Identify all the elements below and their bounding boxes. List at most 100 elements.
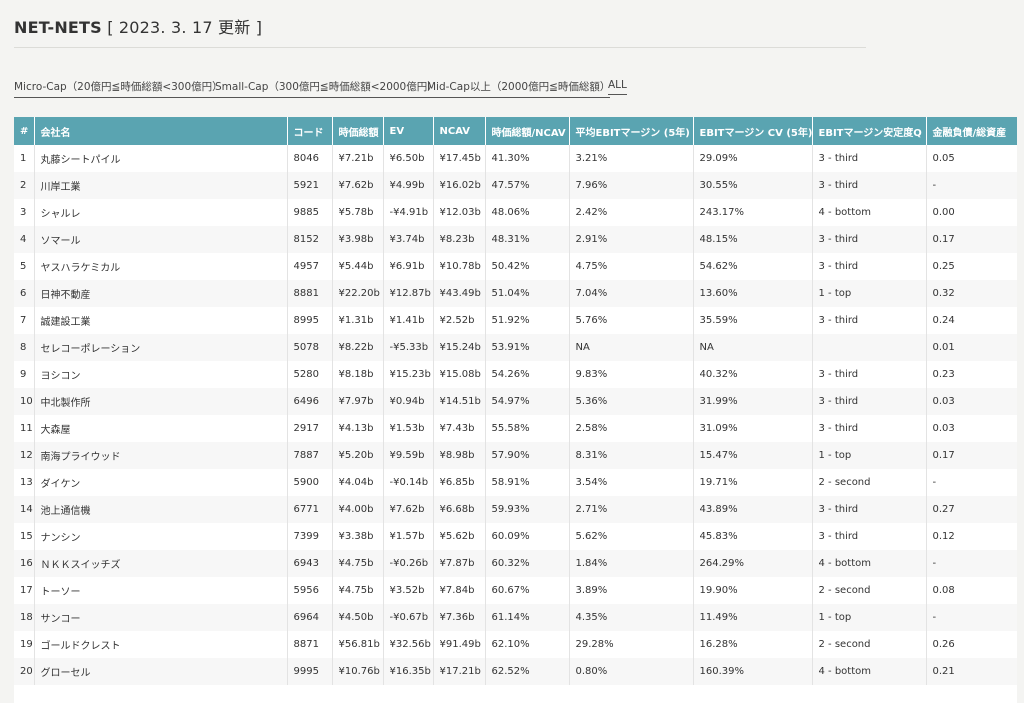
- filter-small-cap-link[interactable]: Small-Cap（300億円≦時価総額<2000億円）: [215, 79, 438, 98]
- avg-ebit-margin-cell: 2.42%: [569, 199, 694, 226]
- market-cap-cell: ¥5.78b: [332, 199, 384, 226]
- stock-code-cell: 5078: [287, 334, 333, 361]
- table-row[interactable]: 7 誠建設工業 8995 ¥1.31b ¥1.41b ¥2.52b 51.92% 5.76% 3…: [14, 307, 1017, 334]
- company-name-cell: セレコーポレーション: [34, 334, 288, 361]
- company-name-cell: ＮＫＫスイッチズ: [34, 550, 288, 577]
- ebit-margin-cv-cell: 11.49%: [693, 604, 813, 631]
- table-row[interactable]: 17 トーソー 5956 ¥4.75b ¥3.52b ¥7.84b 60.67% 3.89% 1…: [14, 577, 1017, 604]
- column-header-company[interactable]: 会社名: [34, 117, 288, 145]
- ebit-margin-cv-cell: 19.71%: [693, 469, 813, 496]
- avg-ebit-margin-cell: 9.83%: [569, 361, 694, 388]
- stock-code-cell: 9995: [287, 658, 333, 685]
- table-row[interactable]: 11 大森屋 2917 ¥4.13b ¥1.53b ¥7.43b 55.58% 2.58% 31…: [14, 415, 1017, 442]
- debt-to-assets-cell: -: [926, 172, 1017, 199]
- stock-code-cell: 7887: [287, 442, 333, 469]
- cap-to-ncav-cell: 48.31%: [485, 226, 570, 253]
- ncav-cell: ¥7.87b: [433, 550, 486, 577]
- table-row[interactable]: 19 ゴールドクレスト 8871 ¥56.81b ¥32.56b ¥91.49b 62.10…: [14, 631, 1017, 658]
- ebit-stability-q-cell: 3 - third: [812, 361, 927, 388]
- company-name-cell: 中北製作所: [34, 388, 288, 415]
- column-header-ncav[interactable]: NCAV: [433, 117, 486, 145]
- company-name-cell: 誠建設工業: [34, 307, 288, 334]
- row-index-cell: 20: [14, 658, 35, 685]
- ebit-margin-cv-cell: 48.15%: [693, 226, 813, 253]
- table-row[interactable]: 15 ナンシン 7399 ¥3.38b ¥1.57b ¥5.62b 60.09% 5.62% 4…: [14, 523, 1017, 550]
- avg-ebit-margin-cell: 5.36%: [569, 388, 694, 415]
- stock-code-cell: 8046: [287, 145, 333, 172]
- net-nets-table-container[interactable]: # 会社名 コード 時価総額 EV NCAV 時価総額/NCAV 平均EBITマ…: [14, 117, 1017, 703]
- ebit-margin-cv-cell: 30.55%: [693, 172, 813, 199]
- ebit-stability-q-cell: 3 - third: [812, 307, 927, 334]
- column-header-index[interactable]: #: [14, 117, 35, 145]
- market-cap-cell: ¥8.22b: [332, 334, 384, 361]
- ebit-margin-cv-cell: 13.60%: [693, 280, 813, 307]
- column-header-debt-to-assets[interactable]: 金融負債/総資産: [926, 117, 1017, 145]
- row-index-cell: 9: [14, 361, 35, 388]
- table-row[interactable]: 20 グローセル 9995 ¥10.76b ¥16.35b ¥17.21b 62.52% 0.…: [14, 658, 1017, 685]
- table-row[interactable]: 8 セレコーポレーション 5078 ¥8.22b -¥5.33b ¥15.24b 53.91…: [14, 334, 1017, 361]
- filter-all-link[interactable]: ALL: [608, 79, 627, 95]
- column-header-code[interactable]: コード: [287, 117, 333, 145]
- cap-to-ncav-cell: 62.52%: [485, 658, 570, 685]
- ebit-stability-q-cell: 3 - third: [812, 145, 927, 172]
- ebit-stability-q-cell: 3 - third: [812, 388, 927, 415]
- ncav-cell: ¥2.52b: [433, 307, 486, 334]
- table-row[interactable]: 4 ソマール 8152 ¥3.98b ¥3.74b ¥8.23b 48.31% 2.91% 48…: [14, 226, 1017, 253]
- table-row[interactable]: 9 ヨシコン 5280 ¥8.18b ¥15.23b ¥15.08b 54.26% 9.83%…: [14, 361, 1017, 388]
- ev-cell: -¥0.67b: [383, 604, 434, 631]
- ebit-stability-q-cell: [812, 334, 927, 361]
- table-row[interactable]: 10 中北製作所 6496 ¥7.97b ¥0.94b ¥14.51b 54.97% 5.36…: [14, 388, 1017, 415]
- ev-cell: ¥6.50b: [383, 145, 434, 172]
- ev-cell: ¥15.23b: [383, 361, 434, 388]
- table-row[interactable]: 12 南海プライウッド 7887 ¥5.20b ¥9.59b ¥8.98b 57.90% 8.…: [14, 442, 1017, 469]
- ebit-stability-q-cell: 3 - third: [812, 226, 927, 253]
- row-index-cell: 4: [14, 226, 35, 253]
- company-name-cell: シャルレ: [34, 199, 288, 226]
- table-row[interactable]: 3 シャルレ 9885 ¥5.78b -¥4.91b ¥12.03b 48.06% 2.42%…: [14, 199, 1017, 226]
- cap-to-ncav-cell: 53.91%: [485, 334, 570, 361]
- table-row[interactable]: 14 池上通信機 6771 ¥4.00b ¥7.62b ¥6.68b 59.93% 2.71%…: [14, 496, 1017, 523]
- row-index-cell: 2: [14, 172, 35, 199]
- column-header-avg-ebit-margin[interactable]: 平均EBITマージン (5年): [569, 117, 694, 145]
- filter-micro-cap-link[interactable]: Micro-Cap（20億円≦時価総額<300億円）: [14, 79, 223, 98]
- column-header-market-cap[interactable]: 時価総額: [332, 117, 384, 145]
- stock-code-cell: 9885: [287, 199, 333, 226]
- table-row[interactable]: 16 ＮＫＫスイッチズ 6943 ¥4.75b -¥0.26b ¥7.87b 60.32% 1…: [14, 550, 1017, 577]
- row-index-cell: 1: [14, 145, 35, 172]
- market-cap-cell: ¥3.38b: [332, 523, 384, 550]
- company-name-cell: 丸藤シートパイル: [34, 145, 288, 172]
- company-name-cell: 川岸工業: [34, 172, 288, 199]
- column-header-cap-to-ncav[interactable]: 時価総額/NCAV: [485, 117, 570, 145]
- table-row[interactable]: 13 ダイケン 5900 ¥4.04b -¥0.14b ¥6.85b 58.91% 3.54%…: [14, 469, 1017, 496]
- column-header-ebit-stability-q[interactable]: EBITマージン安定度Q: [812, 117, 927, 145]
- column-header-ev[interactable]: EV: [383, 117, 434, 145]
- page-header: NET-NETS [ 2023. 3. 17 更新 ]: [14, 14, 866, 48]
- table-row[interactable]: 2 川岸工業 5921 ¥7.62b ¥4.99b ¥16.02b 47.57% 7.96% 3…: [14, 172, 1017, 199]
- ncav-cell: ¥15.24b: [433, 334, 486, 361]
- table-row[interactable]: 1 丸藤シートパイル 8046 ¥7.21b ¥6.50b ¥17.45b 41.30% 3.…: [14, 145, 1017, 172]
- filter-mid-cap-link[interactable]: Mid-Cap以上（2000億円≦時価総額）: [427, 79, 611, 98]
- debt-to-assets-cell: 0.21: [926, 658, 1017, 685]
- ev-cell: ¥3.74b: [383, 226, 434, 253]
- market-cap-cell: ¥4.50b: [332, 604, 384, 631]
- ncav-cell: ¥17.45b: [433, 145, 486, 172]
- avg-ebit-margin-cell: 8.31%: [569, 442, 694, 469]
- page-title-text: NET-NETS: [14, 18, 102, 37]
- debt-to-assets-cell: 0.17: [926, 226, 1017, 253]
- column-header-ebit-margin-cv[interactable]: EBITマージン CV (5年): [693, 117, 813, 145]
- ev-cell: ¥7.62b: [383, 496, 434, 523]
- table-row[interactable]: 5 ヤスハラケミカル 4957 ¥5.44b ¥6.91b ¥10.78b 50.42% 4.…: [14, 253, 1017, 280]
- market-cap-cell: ¥10.76b: [332, 658, 384, 685]
- net-nets-table: # 会社名 コード 時価総額 EV NCAV 時価総額/NCAV 平均EBITマ…: [14, 117, 1017, 685]
- company-name-cell: ダイケン: [34, 469, 288, 496]
- ebit-margin-cv-cell: 19.90%: [693, 577, 813, 604]
- table-row[interactable]: 18 サンコー 6964 ¥4.50b -¥0.67b ¥7.36b 61.14% 4.35%…: [14, 604, 1017, 631]
- ebit-margin-cv-cell: 160.39%: [693, 658, 813, 685]
- ncav-cell: ¥43.49b: [433, 280, 486, 307]
- market-cap-cell: ¥5.20b: [332, 442, 384, 469]
- table-row[interactable]: 6 日神不動産 8881 ¥22.20b ¥12.87b ¥43.49b 51.04% 7.0…: [14, 280, 1017, 307]
- ebit-margin-cv-cell: 35.59%: [693, 307, 813, 334]
- ebit-stability-q-cell: 3 - third: [812, 523, 927, 550]
- cap-to-ncav-cell: 55.58%: [485, 415, 570, 442]
- stock-code-cell: 8995: [287, 307, 333, 334]
